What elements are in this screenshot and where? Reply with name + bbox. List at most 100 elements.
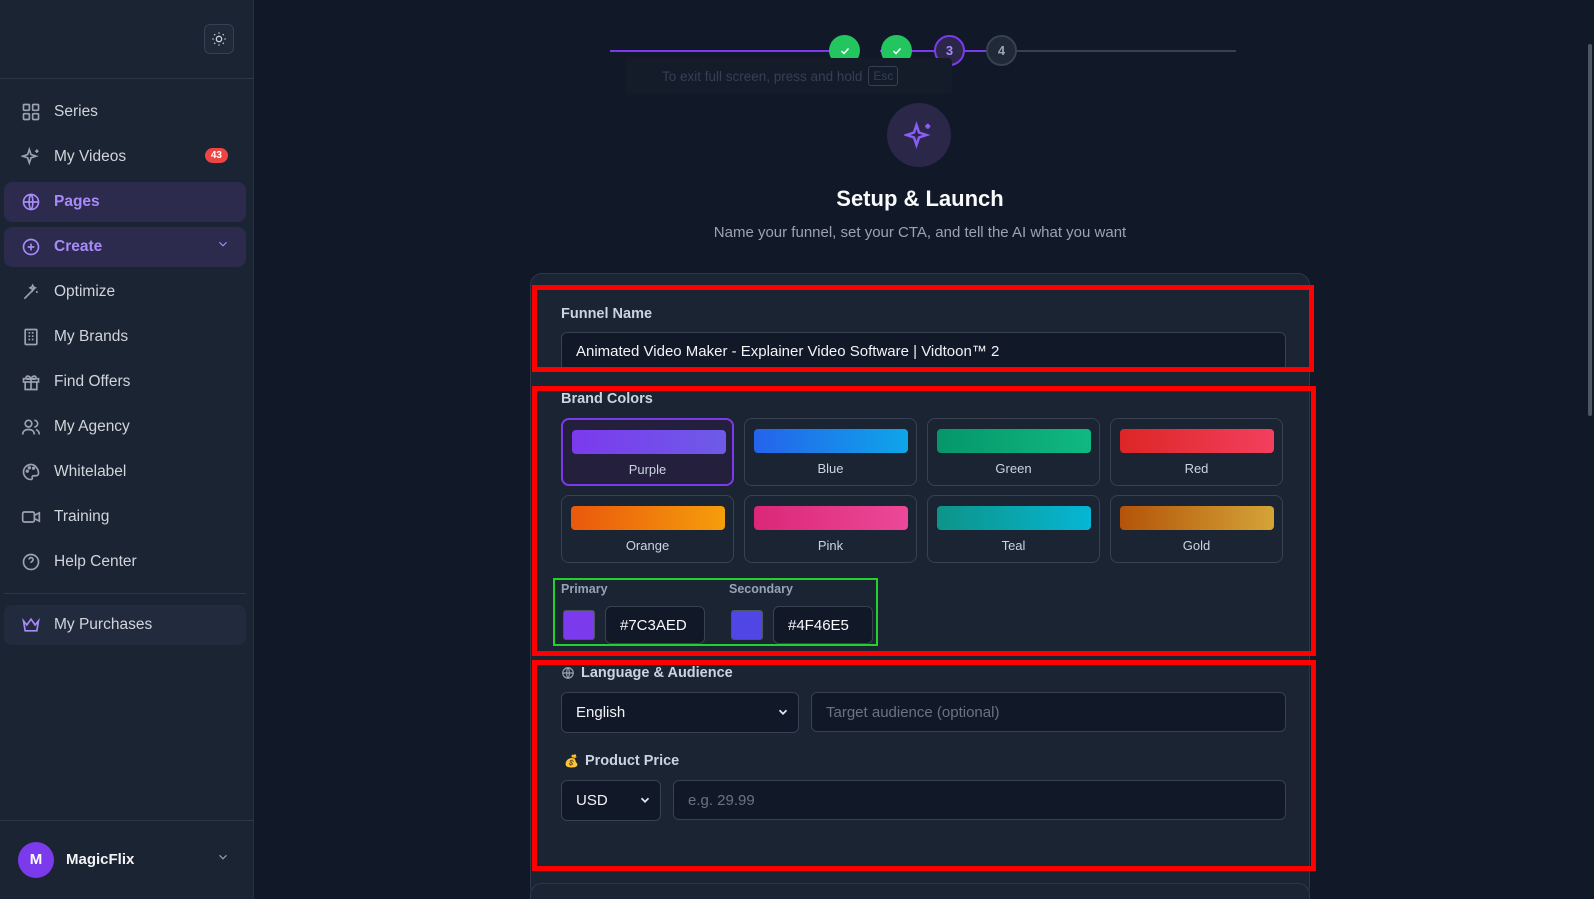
money-bag-icon: 💰 xyxy=(564,754,579,768)
chevron-down-icon xyxy=(638,793,652,811)
fullscreen-exit-notice: To exit full screen, press and hold Esc xyxy=(626,58,952,94)
sidebar-item-my-videos[interactable]: My Videos 43 xyxy=(4,137,246,177)
sidebar: Series My Videos 43 Pages Create Optimiz… xyxy=(0,0,254,899)
color-bar xyxy=(1120,429,1274,453)
sidebar-item-label: Help Center xyxy=(54,553,137,570)
label-text: Language & Audience xyxy=(581,665,733,681)
sparkles-icon xyxy=(904,121,931,149)
sidebar-item-label: Pages xyxy=(54,193,100,210)
user-menu[interactable]: M MagicFlix xyxy=(0,820,254,899)
avatar: M xyxy=(18,841,54,878)
stepper-remaining-line xyxy=(1000,50,1236,52)
swatch-label: Pink xyxy=(817,538,844,553)
sidebar-item-create[interactable]: Create xyxy=(4,227,246,267)
gift-icon xyxy=(20,371,42,393)
sidebar-item-my-agency[interactable]: My Agency xyxy=(4,407,246,447)
page-title: Setup & Launch xyxy=(836,186,1004,211)
color-bar xyxy=(754,506,908,530)
grid-icon xyxy=(20,101,42,123)
color-bar xyxy=(937,506,1091,530)
building-icon xyxy=(20,326,42,348)
user-name: MagicFlix xyxy=(66,851,135,868)
sidebar-item-my-purchases[interactable]: My Purchases xyxy=(4,605,246,645)
sidebar-item-find-offers[interactable]: Find Offers xyxy=(4,362,246,402)
sidebar-item-series[interactable]: Series xyxy=(4,92,246,132)
theme-toggle-button[interactable] xyxy=(204,24,234,54)
swatch-teal[interactable]: Teal xyxy=(927,495,1100,563)
primary-color-picker[interactable] xyxy=(563,610,595,640)
target-audience-input[interactable]: Target audience (optional) xyxy=(811,692,1286,732)
selected-currency: USD xyxy=(576,792,608,809)
sidebar-item-pages[interactable]: Pages xyxy=(4,182,246,222)
swatch-purple[interactable]: Purple xyxy=(561,418,734,486)
color-bar xyxy=(937,429,1091,453)
help-circle-icon xyxy=(20,551,42,573)
price-input[interactable]: e.g. 29.99 xyxy=(673,780,1286,820)
scrollbar-thumb[interactable] xyxy=(1588,44,1592,416)
color-bar xyxy=(1120,506,1274,530)
sidebar-item-label: Find Offers xyxy=(54,373,131,390)
sidebar-item-training[interactable]: Training xyxy=(4,497,246,537)
crown-icon xyxy=(20,614,42,636)
primary-color-label: Primary xyxy=(561,582,608,596)
secondary-color-label: Secondary xyxy=(729,582,793,596)
sidebar-item-label: My Agency xyxy=(54,418,130,435)
swatch-red[interactable]: Red xyxy=(1110,418,1283,486)
hero-sparkles-icon xyxy=(887,103,951,167)
swatch-pink[interactable]: Pink xyxy=(744,495,917,563)
sidebar-item-label: My Purchases xyxy=(54,616,153,633)
check-icon xyxy=(840,47,849,55)
language-select[interactable]: English xyxy=(561,692,799,733)
sidebar-item-whitelabel[interactable]: Whitelabel xyxy=(4,452,246,492)
funnel-name-label: Funnel Name xyxy=(561,306,653,322)
selected-language: English xyxy=(576,704,626,721)
esc-key-label: Esc xyxy=(868,66,899,86)
swatch-label: Red xyxy=(1184,461,1209,476)
sidebar-item-my-brands[interactable]: My Brands xyxy=(4,317,246,357)
color-bar xyxy=(754,429,908,453)
secondary-hex-input[interactable]: #4F46E5 xyxy=(773,606,873,644)
swatch-label: Purple xyxy=(628,462,667,477)
swatch-label: Teal xyxy=(1001,538,1026,553)
globe-icon xyxy=(562,667,574,679)
swatch-label: Blue xyxy=(817,461,844,476)
page-subtitle: Name your funnel, set your CTA, and tell… xyxy=(713,224,1127,241)
sidebar-item-optimize[interactable]: Optimize xyxy=(4,272,246,312)
step-4-pending: 4 xyxy=(986,35,1017,66)
sidebar-item-label: Series xyxy=(54,103,98,120)
magic-wand-icon xyxy=(20,281,42,303)
count-badge: 43 xyxy=(204,148,228,163)
swatch-label: Orange xyxy=(625,538,670,553)
secondary-color-picker[interactable] xyxy=(731,610,763,640)
currency-select[interactable]: USD xyxy=(561,780,661,821)
sidebar-item-label: My Brands xyxy=(54,328,129,345)
notice-text: To exit full screen, press and hold xyxy=(662,68,863,84)
sun-icon xyxy=(212,32,226,46)
swatch-gold[interactable]: Gold xyxy=(1110,495,1283,563)
sidebar-item-label: Optimize xyxy=(54,283,116,300)
swatch-label: Green xyxy=(995,461,1032,476)
sidebar-item-label: Training xyxy=(54,508,110,525)
users-icon xyxy=(20,416,42,438)
swatch-blue[interactable]: Blue xyxy=(744,418,917,486)
swatch-orange[interactable]: Orange xyxy=(561,495,734,563)
sidebar-divider xyxy=(4,593,246,594)
sidebar-divider xyxy=(0,78,254,79)
check-icon xyxy=(892,47,901,55)
primary-hex-input[interactable]: #7C3AED xyxy=(605,606,705,644)
chevron-down-icon xyxy=(216,850,230,869)
globe-icon xyxy=(20,191,42,213)
next-section-card xyxy=(530,883,1310,899)
brand-colors-label: Brand Colors xyxy=(561,391,653,407)
swatch-green[interactable]: Green xyxy=(927,418,1100,486)
sparkles-icon xyxy=(20,146,42,168)
sidebar-item-help-center[interactable]: Help Center xyxy=(4,542,246,582)
color-bar xyxy=(572,430,726,454)
video-camera-icon xyxy=(20,506,42,528)
funnel-name-input[interactable]: Animated Video Maker - Explainer Video S… xyxy=(561,332,1286,371)
stepper-progress-line xyxy=(610,50,845,52)
sidebar-item-label: Create xyxy=(54,238,103,255)
color-bar xyxy=(571,506,725,530)
sidebar-item-label: My Videos xyxy=(54,148,127,165)
product-price-label: 💰 Product Price xyxy=(564,753,679,769)
